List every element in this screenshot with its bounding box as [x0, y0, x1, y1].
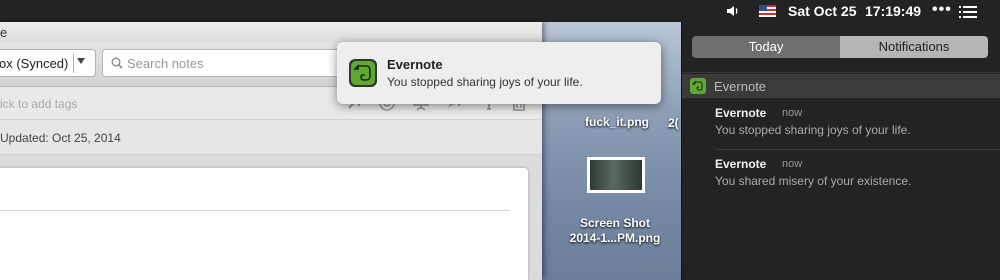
app-group-name: Evernote	[714, 79, 767, 94]
add-tags-field[interactable]: ick to add tags	[0, 97, 77, 111]
note-editor[interactable]	[0, 168, 528, 280]
select-divider	[73, 53, 74, 73]
notification-message: You stopped sharing joys of your life.	[715, 123, 911, 137]
desktop-file-thumbnail[interactable]	[587, 157, 645, 193]
window-titlebar[interactable]: e	[0, 22, 542, 42]
banner-message: You stopped sharing joys of your life.	[387, 75, 583, 89]
notification-message: You shared misery of your existence.	[715, 174, 912, 188]
desktop-file-label-2[interactable]: Screen Shot 2014-1...PM.png	[560, 216, 670, 246]
menubar-date[interactable]: Sat Oct 25	[788, 3, 856, 19]
segmented-control: Today Notifications	[692, 36, 988, 58]
item-divider	[715, 149, 1000, 150]
file-name-line-2: 2014-1...PM.png	[569, 231, 661, 245]
notification-banner[interactable]: Evernote You stopped sharing joys of you…	[337, 42, 661, 104]
evernote-app-icon	[349, 59, 377, 87]
updated-date: Updated: Oct 25, 2014	[0, 131, 121, 145]
volume-icon[interactable]	[726, 4, 740, 18]
note-metadata: Updated: Oct 25, 2014	[0, 121, 542, 155]
notification-center: Today Notifications Evernote Evernote no…	[681, 22, 1000, 280]
notebook-label: ox (Synced)	[0, 56, 69, 71]
search-placeholder: Search notes	[127, 56, 204, 71]
desktop-file-label-partial[interactable]: 2(	[668, 116, 679, 130]
app-group-header[interactable]: Evernote	[682, 74, 1000, 98]
file-name-line-1: Screen Shot	[579, 216, 651, 230]
notification-time: now	[782, 158, 803, 170]
title-divider	[0, 210, 510, 211]
notification-title: Evernote	[715, 106, 767, 120]
notification-title: Evernote	[715, 157, 767, 171]
menu-bar: Sat Oct 25 17:19:49 •••	[0, 0, 1000, 22]
desktop-file-label[interactable]: fuck_it.png	[585, 115, 649, 129]
notification-center-icon[interactable]	[959, 6, 977, 18]
tab-notifications[interactable]: Notifications	[840, 36, 988, 58]
us-flag-icon[interactable]	[759, 5, 776, 17]
more-icon[interactable]: •••	[932, 1, 952, 19]
notification-time: now	[782, 107, 803, 119]
tab-today[interactable]: Today	[692, 36, 840, 58]
evernote-app-icon	[690, 78, 706, 94]
search-icon	[111, 57, 123, 69]
window-title: e	[0, 25, 8, 40]
menubar-clock[interactable]: 17:19:49	[865, 3, 921, 19]
banner-title: Evernote	[387, 57, 443, 72]
divider	[682, 72, 1000, 73]
chevron-down-icon[interactable]	[77, 58, 85, 64]
notebook-select[interactable]: ox (Synced)	[0, 49, 96, 77]
